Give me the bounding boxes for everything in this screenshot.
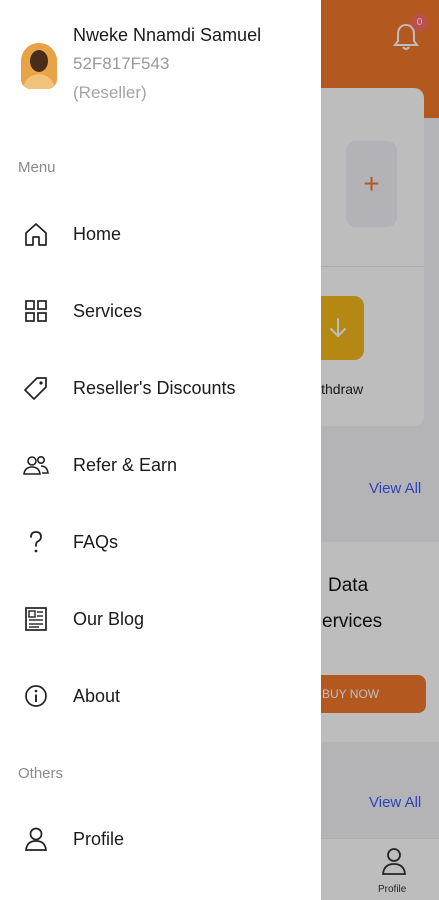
tag-icon — [22, 374, 50, 402]
nav-item-profile[interactable]: Profile — [0, 817, 321, 861]
nav-item-home[interactable]: Home — [0, 212, 321, 256]
nav-item-resellers-discounts[interactable]: Reseller's Discounts — [0, 366, 321, 410]
question-mark-icon — [22, 528, 50, 556]
user-id: 52F817F543 — [73, 54, 170, 73]
user-role: (Reseller) — [73, 83, 147, 102]
grid-icon — [22, 297, 50, 325]
nav-item-services[interactable]: Services — [0, 289, 321, 333]
users-icon — [22, 451, 50, 479]
nav-item-refer-earn[interactable]: Refer & Earn — [0, 443, 321, 487]
nav-item-label: Our Blog — [73, 608, 145, 629]
nav-item-about[interactable]: About — [0, 674, 321, 718]
nav-item-label: Refer & Earn — [73, 454, 178, 475]
nav-item-label: Services — [73, 300, 143, 321]
menu-section-label: Menu — [18, 159, 56, 176]
user-icon — [22, 825, 50, 853]
nav-item-our-blog[interactable]: Our Blog — [0, 597, 321, 641]
navigation-drawer: Nweke Nnamdi Samuel 52F817F543 (Reseller… — [0, 0, 321, 900]
newspaper-icon — [22, 605, 50, 633]
user-name: Nweke Nnamdi Samuel — [73, 25, 262, 45]
nav-item-label: Reseller's Discounts — [73, 377, 236, 398]
nav-item-faqs[interactable]: FAQs — [0, 520, 321, 564]
nav-item-label: Home — [73, 223, 122, 244]
info-icon — [22, 682, 50, 710]
nav-item-label: Profile — [73, 828, 125, 849]
home-icon — [22, 220, 50, 248]
avatar — [21, 43, 57, 89]
nav-item-label: FAQs — [73, 531, 119, 552]
nav-item-label: About — [73, 685, 121, 706]
others-section-label: Others — [18, 765, 64, 782]
